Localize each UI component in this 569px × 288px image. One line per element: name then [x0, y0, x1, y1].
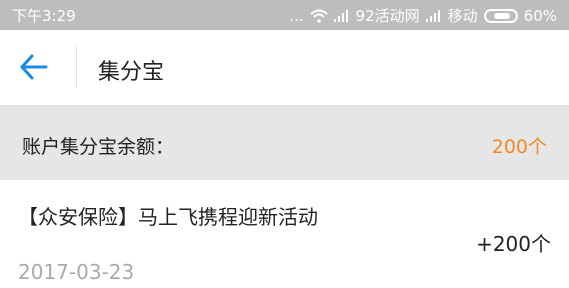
- status-time: 下午3:29: [12, 7, 76, 25]
- balance-summary: 账户集分宝余额： 200个: [0, 106, 569, 180]
- app-bar: 集分宝: [0, 30, 569, 106]
- arrow-left-icon: [18, 54, 50, 86]
- record-title: 【众安保险】马上飞携程迎新活动: [18, 205, 318, 229]
- battery-percent: 60%: [523, 6, 557, 25]
- balance-label: 账户集分宝余额：: [22, 136, 175, 158]
- signal-icon: [333, 9, 350, 22]
- record-date: 2017-03-23: [18, 260, 135, 284]
- back-button[interactable]: [18, 52, 54, 84]
- battery-icon: [483, 8, 518, 23]
- status-right-group: ... 92活动网 移动 60%: [283, 5, 557, 26]
- battery-fill: [493, 12, 510, 19]
- record-amount: +200个: [476, 232, 551, 256]
- page-title: 集分宝: [98, 60, 165, 85]
- status-dots: ...: [289, 6, 304, 25]
- carrier-2: 移动: [447, 7, 478, 25]
- header-divider: [76, 46, 77, 88]
- status-bar: 下午3:29 ... 92活动网 移动 60%: [0, 0, 569, 30]
- carrier-1: 92活动网: [355, 7, 420, 25]
- balance-value: 200个: [491, 136, 547, 158]
- record-list: 【众安保险】马上飞携程迎新活动 +200个 2017-03-23: [0, 180, 569, 288]
- signal-icon-2: [425, 9, 442, 22]
- wifi-icon: [309, 9, 328, 23]
